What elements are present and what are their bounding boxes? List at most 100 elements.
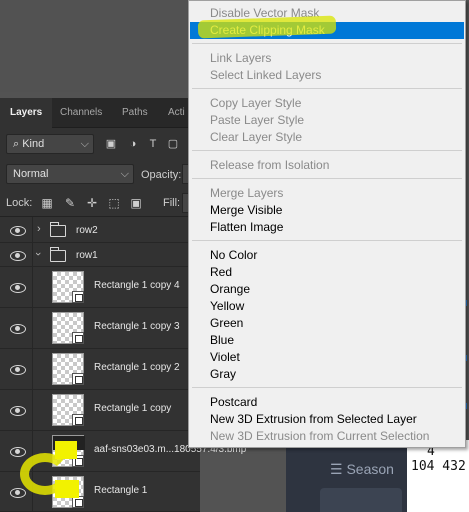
eye-icon[interactable] <box>10 283 26 293</box>
number-text: 104 432 <box>411 459 466 474</box>
layer-row[interactable]: Rectangle 1 copy <box>0 390 200 431</box>
menu-item-paste-layer-style[interactable]: Paste Layer Style <box>190 112 464 129</box>
menu-item-blue[interactable]: Blue <box>190 332 464 349</box>
highlighter-annotation <box>55 441 77 459</box>
menu-separator <box>192 88 462 89</box>
layer-row[interactable]: Rectangle 1 copy 3 <box>0 308 200 349</box>
shape-badge-icon <box>72 291 84 303</box>
image-filter-icon[interactable]: ▣ <box>104 137 118 151</box>
lock-position-icon[interactable]: ✛ <box>84 195 100 211</box>
text-panel <box>407 440 469 512</box>
menu-item-green[interactable]: Green <box>190 315 464 332</box>
eye-icon[interactable] <box>10 447 26 457</box>
layer-name: Rectangle 1 copy 2 <box>94 362 180 373</box>
filter-row: ⌕ Kind ⌵ ▣ ◑ T ▢ <box>0 132 200 156</box>
menu-item-flatten-image[interactable]: Flatten Image <box>190 219 464 236</box>
lock-all-icon[interactable]: ▣ <box>128 195 144 211</box>
adjustment-filter-icon[interactable]: ◑ <box>126 137 140 151</box>
menu-item-release-from-isolation[interactable]: Release from Isolation <box>190 157 464 174</box>
opacity-label: Opacity: <box>141 169 182 181</box>
layer-name: Rectangle 1 <box>94 485 148 496</box>
layer-thumbnail <box>52 394 84 426</box>
eye-icon[interactable] <box>10 324 26 334</box>
filter-kind-dropdown[interactable]: ⌕ Kind ⌵ <box>6 134 94 154</box>
folder-icon <box>49 222 66 237</box>
tab-actions[interactable]: Acti <box>168 98 185 128</box>
layer-thumbnail <box>52 271 84 303</box>
layer-row[interactable]: Rectangle 1 copy 4 <box>0 267 200 308</box>
shape-badge-icon <box>72 332 84 344</box>
context-menu: Disable Vector Mask Create Clipping Mask… <box>188 0 466 448</box>
menu-item-new-3d-extrusion-current-selection[interactable]: New 3D Extrusion from Current Selection <box>190 428 464 445</box>
menu-item-new-3d-extrusion-selected-layer[interactable]: New 3D Extrusion from Selected Layer <box>190 411 464 428</box>
season-text: Season <box>346 461 394 477</box>
layer-name: row2 <box>76 225 98 236</box>
chevron-down-icon: ⌵ <box>80 138 89 150</box>
menu-item-violet[interactable]: Violet <box>190 349 464 366</box>
divider <box>32 308 33 348</box>
tab-channels[interactable]: Channels <box>60 98 102 128</box>
eye-icon[interactable] <box>10 406 26 416</box>
divider <box>32 217 33 242</box>
lock-label: Lock: <box>6 197 33 209</box>
blend-mode-value: Normal <box>13 168 49 180</box>
blend-mode-dropdown[interactable]: Normal ⌵ <box>6 164 134 184</box>
folder-icon <box>49 247 66 262</box>
menu-separator <box>192 178 462 179</box>
layers-panel: Layers Channels Paths Acti ⌕ Kind ⌵ ▣ ◑ T… <box>0 98 246 512</box>
layer-thumbnail <box>52 312 84 344</box>
layer-name: Rectangle 1 copy 3 <box>94 321 180 332</box>
tab-paths[interactable]: Paths <box>122 98 148 128</box>
type-filter-icon[interactable]: T <box>146 137 160 151</box>
menu-item-red[interactable]: Red <box>190 264 464 281</box>
chevron-down-icon: ⌵ <box>120 168 129 180</box>
menu-item-postcard[interactable]: Postcard <box>190 394 464 411</box>
shape-badge-icon <box>72 414 84 426</box>
menu-separator <box>192 43 462 44</box>
season-card <box>320 488 402 512</box>
menu-item-select-linked-layers[interactable]: Select Linked Layers <box>190 67 464 84</box>
layer-name: row1 <box>76 250 98 261</box>
shape-badge-icon <box>72 373 84 385</box>
menu-item-gray[interactable]: Gray <box>190 366 464 383</box>
canvas-document <box>0 0 188 92</box>
blend-row: Normal ⌵ Opacity: <box>0 162 202 186</box>
eye-icon[interactable] <box>10 488 26 498</box>
eye-icon[interactable] <box>10 365 26 375</box>
menu-item-merge-layers[interactable]: Merge Layers <box>190 185 464 202</box>
menu-item-clear-layer-style[interactable]: Clear Layer Style <box>190 129 464 146</box>
menu-separator <box>192 240 462 241</box>
lock-row: Lock: ▦ ✎ ✛ ⬚ ▣ Fill: <box>0 192 202 214</box>
layer-name: Rectangle 1 copy <box>94 403 172 414</box>
chevron-down-icon[interactable]: › <box>32 252 44 256</box>
tab-layers[interactable]: Layers <box>0 98 53 128</box>
menu-item-copy-layer-style[interactable]: Copy Layer Style <box>190 95 464 112</box>
layer-row[interactable]: Rectangle 1 copy 2 <box>0 349 200 390</box>
menu-item-no-color[interactable]: No Color <box>190 247 464 264</box>
menu-item-link-layers[interactable]: Link Layers <box>190 50 464 67</box>
divider <box>32 267 33 307</box>
highlighter-annotation <box>55 480 79 498</box>
menu-item-yellow[interactable]: Yellow <box>190 298 464 315</box>
menu-item-orange[interactable]: Orange <box>190 281 464 298</box>
search-icon: ⌕ <box>13 138 23 150</box>
eye-icon[interactable] <box>10 251 26 261</box>
fill-label: Fill: <box>163 197 181 209</box>
panel-tabs: Layers Channels Paths Acti <box>0 98 200 128</box>
menu-separator <box>192 150 462 151</box>
filter-kind-value: Kind <box>22 138 45 150</box>
lock-transparency-icon[interactable]: ▦ <box>39 195 55 211</box>
divider <box>32 390 33 430</box>
eye-icon[interactable] <box>10 226 26 236</box>
layer-name: Rectangle 1 copy 4 <box>94 280 180 291</box>
shape-filter-icon[interactable]: ▢ <box>166 137 180 151</box>
lock-artboard-icon[interactable]: ⬚ <box>106 195 122 211</box>
layer-group-row1[interactable]: › row1 <box>0 243 200 267</box>
chevron-right-icon[interactable]: › <box>37 223 41 235</box>
layer-thumbnail <box>52 353 84 385</box>
menu-item-merge-visible[interactable]: Merge Visible <box>190 202 464 219</box>
layer-group-row2[interactable]: › row2 <box>0 217 200 243</box>
menu-separator <box>192 387 462 388</box>
divider <box>32 349 33 389</box>
lock-pixels-icon[interactable]: ✎ <box>62 195 78 211</box>
